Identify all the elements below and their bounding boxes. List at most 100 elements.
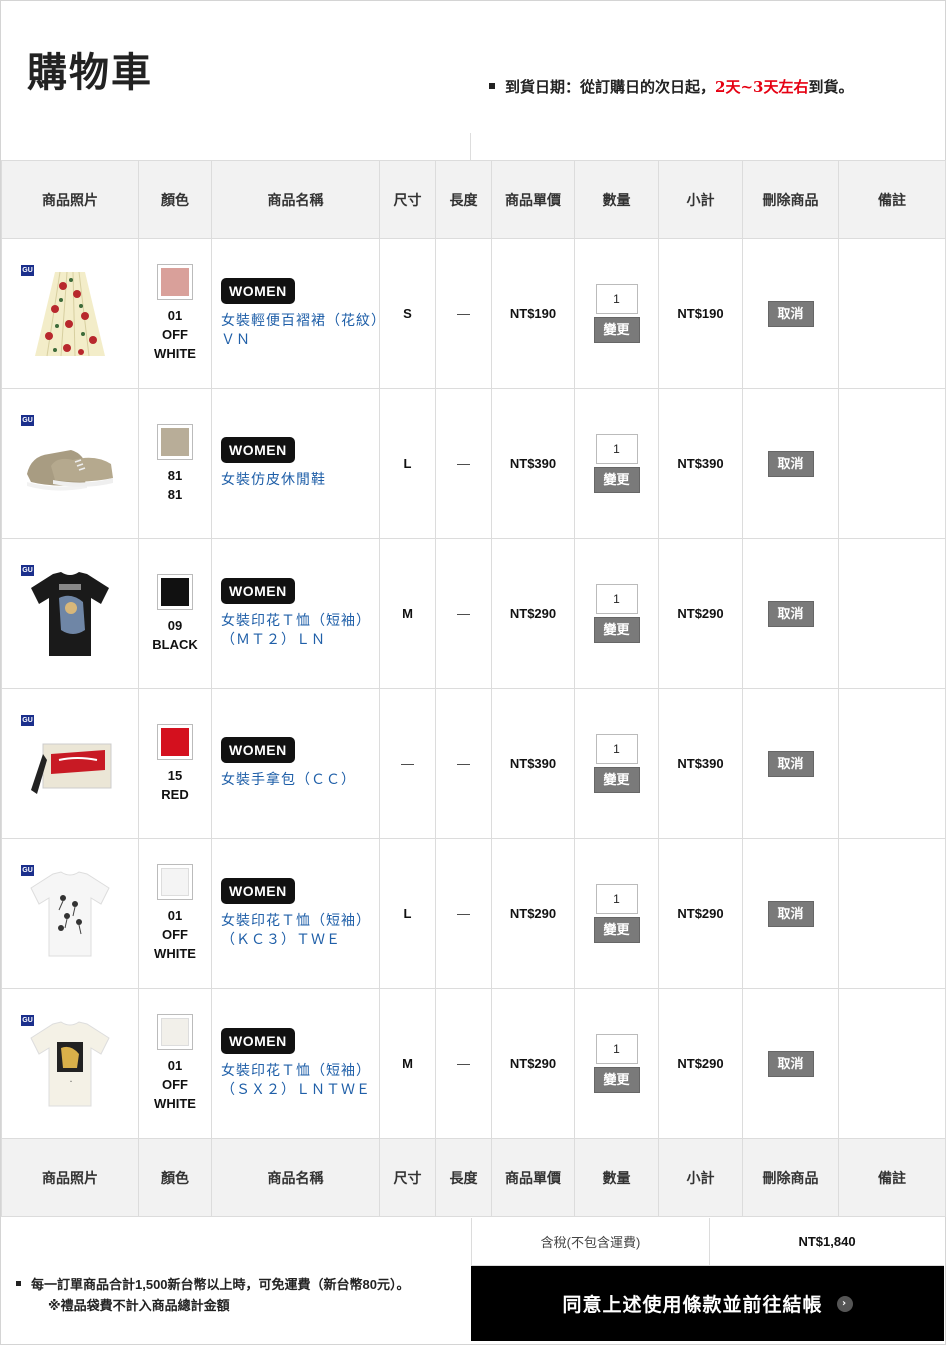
color-name: RED — [161, 786, 189, 802]
note-cell — [838, 988, 946, 1139]
product-name-link[interactable]: 女裝輕便百褶裙（花紋）ＶＮ — [221, 312, 379, 350]
bullet-icon — [489, 83, 495, 89]
size-value: — — [379, 688, 436, 839]
gift-bag-note: ※禮品袋費不計入商品總計金額 — [48, 1298, 230, 1313]
photo-cell: GU — [1, 388, 139, 539]
delivery-notice-suffix: 到貨。 — [808, 78, 854, 96]
quantity-input[interactable]: 1 — [595, 584, 638, 614]
cancel-button[interactable]: 取消 — [767, 750, 814, 777]
cancel-button[interactable]: 取消 — [767, 450, 814, 477]
photo-cell: GU — [1, 688, 139, 839]
cancel-button[interactable]: 取消 — [767, 300, 814, 327]
cancel-button[interactable]: 取消 — [767, 600, 814, 627]
qty-cell: 1 變更 — [574, 538, 659, 689]
size-value: S — [379, 238, 436, 389]
product-photo[interactable] — [25, 714, 115, 814]
col-header-size: 尺寸 — [379, 1138, 436, 1217]
change-button[interactable]: 變更 — [593, 467, 640, 493]
gu-logo-icon: GU — [21, 415, 34, 426]
color-swatch — [157, 723, 193, 760]
women-badge: WOMEN — [221, 577, 295, 604]
table-row: GU 01 OFF WHITE WOMEN 女裝印花Ｔ恤（短袖）（ＫＣ３）ＴＷＥ… — [1, 838, 946, 989]
size-value: L — [379, 838, 436, 989]
color-code: 15 — [167, 767, 183, 783]
product-name-link[interactable]: 女裝印花Ｔ恤（短袖）（ＫＣ３）ＴＷＥ — [221, 912, 379, 950]
size-value: L — [379, 388, 436, 539]
note-cell — [838, 388, 946, 539]
name-cell: WOMEN 女裝輕便百褶裙（花紋）ＶＮ — [211, 238, 380, 389]
product-photo[interactable] — [25, 864, 115, 964]
tax-label: 含稅(不包含運費) — [471, 1218, 710, 1265]
delivery-notice-highlight: 2天~3天左右 — [715, 78, 809, 96]
qty-cell: 1 變更 — [574, 688, 659, 839]
gu-logo-icon: GU — [21, 565, 34, 576]
swatch-fill — [161, 1018, 189, 1046]
divider — [470, 133, 471, 160]
color-swatch — [157, 423, 193, 460]
col-header-name: 商品名稱 — [211, 1138, 380, 1217]
change-button[interactable]: 變更 — [593, 917, 640, 943]
color-name: BLACK — [152, 636, 198, 652]
women-badge: WOMEN — [221, 1027, 295, 1054]
product-photo[interactable] — [25, 414, 115, 514]
photo-cell: GU — [1, 238, 139, 389]
product-photo[interactable] — [25, 564, 115, 664]
delivery-notice-prefix: 到貨日期：從訂購日的次日起， — [505, 78, 716, 96]
qty-cell: 1 變更 — [574, 388, 659, 539]
color-code: 01 — [167, 1058, 183, 1073]
table-row: GU 15 RED WOMEN 女裝手拿包（ＣＣ） — — NT$390 1 變… — [1, 688, 946, 839]
change-button[interactable]: 變更 — [593, 767, 640, 793]
svg-text:ˇ: ˇ — [70, 1081, 73, 1088]
swatch-fill — [161, 868, 189, 896]
quantity-input[interactable]: 1 — [595, 734, 638, 764]
unit-price: NT$390 — [491, 388, 575, 539]
delete-cell: 取消 — [742, 838, 839, 989]
color-swatch — [157, 264, 193, 300]
table-row: GU ˇ 01 OFF WHITE WOMEN 女裝印花Ｔ恤（短袖）（ＳＸ２）Ｌ… — [1, 988, 946, 1139]
note-cell — [838, 238, 946, 389]
change-button[interactable]: 變更 — [593, 1067, 640, 1093]
product-name-link[interactable]: 女裝印花Ｔ恤（短袖）（ＳＸ２）ＬＮＴＷＥ — [221, 1062, 379, 1100]
color-cell: 81 81 — [138, 388, 212, 539]
unit-price: NT$290 — [491, 988, 575, 1139]
shipping-note: 每一訂單商品合計1,500新台幣以上時，可免運費（新台幣80元）。 ※禮品袋費不… — [16, 1274, 446, 1316]
col-header-price: 商品單價 — [491, 1138, 575, 1217]
gu-logo-icon: GU — [21, 265, 34, 276]
color-code: 81 — [167, 467, 183, 483]
name-cell: WOMEN 女裝仿皮休閒鞋 — [211, 388, 380, 539]
checkout-button[interactable]: 同意上述使用條款並前往結帳 › — [471, 1266, 944, 1341]
quantity-input[interactable]: 1 — [595, 284, 638, 314]
col-header-qty: 數量 — [574, 1138, 659, 1217]
quantity-input[interactable]: 1 — [595, 884, 638, 914]
qty-cell: 1 變更 — [574, 838, 659, 989]
delivery-notice: 到貨日期：從訂購日的次日起，2天~3天左右到貨。 — [489, 76, 853, 97]
quantity-input[interactable]: 1 — [595, 1034, 638, 1064]
product-photo[interactable] — [25, 264, 115, 364]
swatch-fill — [161, 577, 189, 606]
women-badge: WOMEN — [221, 737, 295, 763]
col-header-price: 商品單價 — [491, 160, 575, 239]
subtotal-value: NT$390 — [658, 388, 743, 539]
delete-cell: 取消 — [742, 988, 839, 1139]
col-header-length: 長度 — [435, 1138, 492, 1217]
cancel-button[interactable]: 取消 — [767, 1050, 814, 1077]
cancel-button[interactable]: 取消 — [767, 900, 814, 927]
change-button[interactable]: 變更 — [593, 317, 640, 343]
color-name: OFF WHITE — [154, 1077, 196, 1111]
product-name-link[interactable]: 女裝仿皮休閒鞋 — [221, 471, 379, 490]
change-button[interactable]: 變更 — [593, 617, 640, 643]
color-cell: 01 OFF WHITE — [138, 988, 212, 1139]
col-header-note: 備註 — [838, 160, 946, 239]
product-name-link[interactable]: 女裝印花Ｔ恤（短袖）（ＭＴ２）ＬＮ — [221, 612, 379, 650]
quantity-input[interactable]: 1 — [595, 434, 638, 464]
name-cell: WOMEN 女裝印花Ｔ恤（短袖）（ＳＸ２）ＬＮＴＷＥ — [211, 988, 380, 1139]
product-photo[interactable]: ˇ — [25, 1014, 115, 1114]
photo-cell: GU ˇ — [1, 988, 139, 1139]
col-header-delete: 刪除商品 — [742, 160, 839, 239]
color-cell: 01 OFF WHITE — [138, 838, 212, 989]
page-title: 購物車 — [27, 50, 153, 96]
gu-logo-icon: GU — [21, 865, 34, 876]
chevron-right-icon: › — [836, 1295, 853, 1312]
unit-price: NT$190 — [491, 238, 575, 389]
product-name-link[interactable]: 女裝手拿包（ＣＣ） — [221, 771, 379, 790]
